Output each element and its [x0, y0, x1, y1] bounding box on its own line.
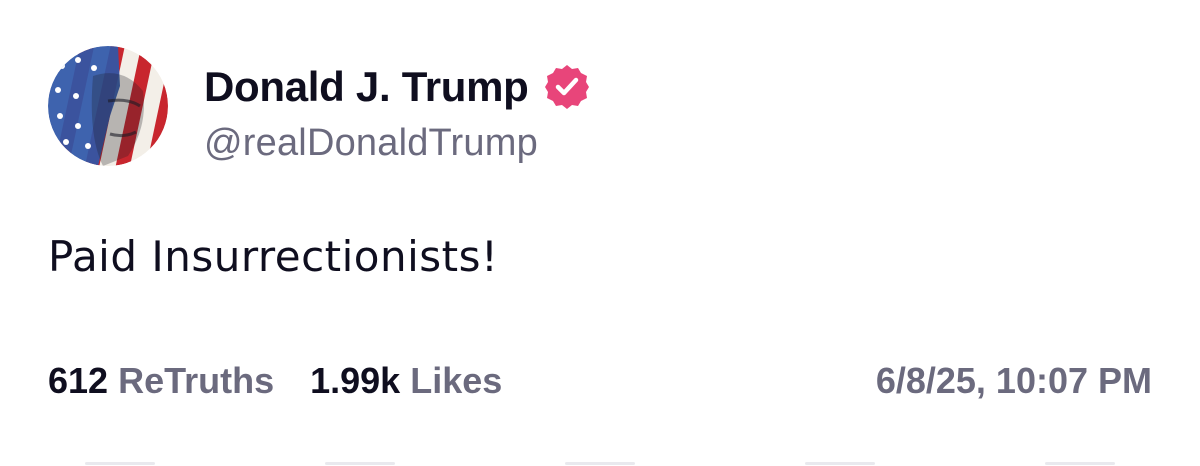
retruths-stat[interactable]: 612 ReTruths: [48, 360, 274, 402]
author-handle[interactable]: @realDonaldTrump: [204, 122, 591, 165]
post-text: Paid Insurrectionists!: [48, 232, 499, 281]
post-stats: 612 ReTruths 1.99k Likes: [48, 360, 502, 402]
author-info: Donald J. Trump @realDonaldTrump: [204, 60, 591, 165]
name-row: Donald J. Trump: [204, 60, 591, 114]
retruths-label: ReTruths: [118, 360, 275, 401]
verified-badge-icon: [543, 63, 591, 111]
post-card: Donald J. Trump @realDonaldTrump Paid In…: [0, 0, 1200, 466]
author-display-name[interactable]: Donald J. Trump: [204, 63, 529, 111]
likes-label: Likes: [410, 360, 503, 401]
likes-stat[interactable]: 1.99k Likes: [310, 360, 502, 402]
author-avatar[interactable]: [48, 46, 168, 166]
post-timestamp[interactable]: 6/8/25, 10:07 PM: [876, 360, 1152, 402]
flag-portrait-avatar-icon: [48, 46, 168, 166]
retruths-count: 612: [48, 360, 109, 401]
bottom-divider: [0, 462, 1200, 466]
likes-count: 1.99k: [310, 360, 401, 401]
